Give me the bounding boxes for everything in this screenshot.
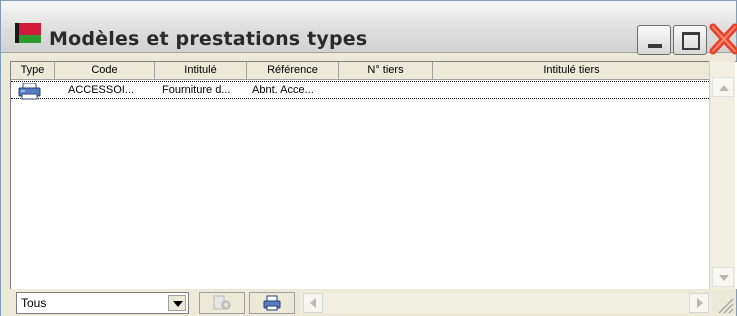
scroll-right-button[interactable] — [689, 293, 709, 313]
config-icon — [213, 295, 231, 310]
cell-intitule: Fourniture d... — [162, 84, 231, 96]
left-arrow-icon — [310, 298, 316, 308]
minimize-button[interactable] — [637, 25, 671, 55]
column-header-row: Type Code Intitulé Référence N° tiers In… — [11, 62, 711, 80]
column-header-intitule-tiers[interactable]: Intitulé tiers — [433, 62, 711, 80]
filter-value: Tous — [21, 296, 47, 310]
scroll-down-button[interactable] — [712, 267, 734, 287]
cell-code: ACCESSOI... — [68, 84, 135, 96]
column-header-n-tiers[interactable]: N° tiers — [339, 62, 433, 80]
resize-grip-icon[interactable] — [713, 293, 735, 315]
column-header-code[interactable]: Code — [55, 62, 155, 80]
minimize-icon — [648, 44, 662, 48]
vertical-scrollbar[interactable] — [709, 61, 735, 289]
maximize-button[interactable] — [673, 25, 707, 55]
bottom-toolbar: Tous — [1, 291, 736, 316]
cell-n-tiers — [343, 82, 429, 98]
chevron-down-icon[interactable] — [168, 295, 186, 311]
right-arrow-icon — [697, 298, 703, 308]
maximize-icon — [682, 32, 700, 50]
down-arrow-icon — [719, 275, 729, 281]
column-header-type[interactable]: Type — [11, 62, 55, 80]
scroll-up-button[interactable] — [712, 77, 734, 97]
table-row[interactable]: ACCESSOI... Fourniture d... Abnt. Acce..… — [11, 81, 711, 100]
flag-icon — [15, 23, 41, 43]
printer-icon — [18, 83, 41, 100]
filter-select[interactable]: Tous — [16, 292, 189, 314]
cell-reference: Abnt. Acce... — [252, 84, 314, 96]
column-header-intitule[interactable]: Intitulé — [155, 62, 247, 80]
config-button[interactable] — [199, 292, 245, 314]
up-arrow-icon — [719, 85, 729, 91]
print-button[interactable] — [249, 292, 295, 314]
horizontal-scrollbar[interactable] — [301, 293, 711, 313]
window: Modèles et prestations types Type Code I… — [0, 0, 737, 316]
list-view[interactable]: Type Code Intitulé Référence N° tiers In… — [10, 61, 737, 289]
print-icon — [263, 295, 281, 311]
title-bar[interactable]: Modèles et prestations types — [1, 1, 737, 55]
scroll-left-button[interactable] — [303, 293, 323, 313]
window-title: Modèles et prestations types — [49, 28, 368, 50]
column-header-reference[interactable]: Référence — [247, 62, 339, 80]
close-button[interactable] — [708, 23, 737, 55]
close-icon — [709, 23, 737, 55]
cell-intitule-tiers — [437, 82, 707, 98]
